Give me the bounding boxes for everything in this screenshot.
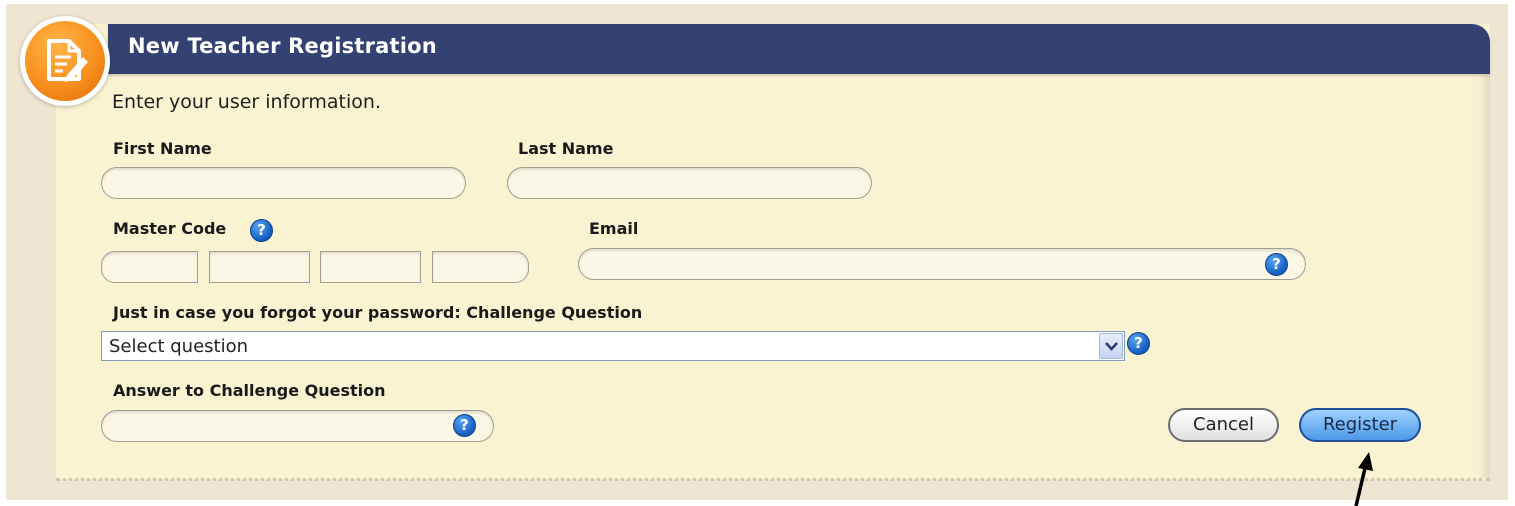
document-edit-badge	[20, 16, 110, 106]
page-title: New Teacher Registration	[128, 34, 437, 58]
challenge-question-help-icon[interactable]: ?	[1127, 332, 1150, 355]
challenge-answer-label: Answer to Challenge Question	[113, 381, 386, 400]
document-edit-icon	[47, 39, 88, 82]
master-code-help-icon[interactable]: ?	[250, 219, 273, 242]
email-label: Email	[589, 219, 639, 238]
master-code-segment-2[interactable]	[209, 251, 310, 283]
dropdown-button[interactable]	[1099, 333, 1123, 359]
chevron-down-icon	[1105, 342, 1118, 351]
intro-text: Enter your user information.	[112, 91, 381, 113]
challenge-question-select[interactable]: Select question	[101, 331, 1125, 361]
panel-divider	[56, 478, 1490, 481]
master-code-label: Master Code	[113, 219, 227, 238]
first-name-input[interactable]	[101, 167, 466, 199]
challenge-answer-help-icon[interactable]: ?	[453, 414, 476, 437]
last-name-label: Last Name	[518, 139, 614, 158]
panel-shadow	[1478, 70, 1490, 478]
email-input[interactable]	[578, 248, 1306, 280]
panel-header: New Teacher Registration	[108, 24, 1490, 74]
master-code-segment-4[interactable]	[432, 251, 529, 283]
challenge-answer-input[interactable]	[101, 410, 494, 442]
cancel-button[interactable]: Cancel	[1168, 408, 1279, 442]
register-button[interactable]: Register	[1299, 408, 1421, 442]
email-help-icon[interactable]: ?	[1265, 253, 1288, 276]
last-name-input[interactable]	[507, 167, 872, 199]
first-name-label: First Name	[113, 139, 212, 158]
master-code-segment-1[interactable]	[101, 251, 198, 283]
challenge-question-selected: Select question	[109, 336, 249, 357]
challenge-question-label: Just in case you forgot your password: C…	[113, 303, 643, 322]
annotation-arrow-icon	[1354, 452, 1373, 506]
master-code-segment-3[interactable]	[320, 251, 421, 283]
